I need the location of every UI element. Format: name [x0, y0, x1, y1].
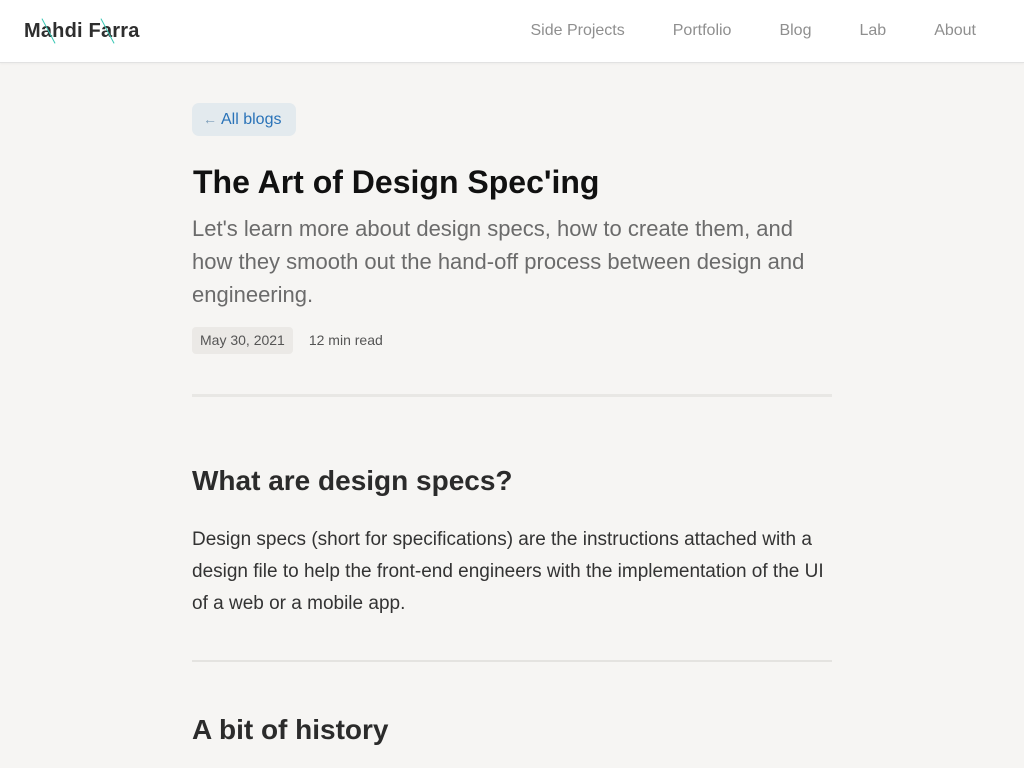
- back-arrow-icon: ←: [203, 111, 217, 127]
- nav-item-side-projects[interactable]: Side Projects: [530, 20, 624, 42]
- all-blogs-label: All blogs: [221, 111, 282, 128]
- date-badge: May 30, 2021: [192, 327, 293, 354]
- site-logo[interactable]: Mahdi Farra: [24, 18, 140, 44]
- main-nav: Side Projects Portfolio Blog Lab About: [530, 20, 976, 42]
- nav-item-portfolio[interactable]: Portfolio: [673, 20, 732, 42]
- article-subtitle: Let's learn more about design specs, how…: [192, 216, 805, 307]
- nav-item-blog[interactable]: Blog: [779, 20, 811, 42]
- article-meta: May 30, 2021 12 min read: [192, 327, 383, 354]
- section-heading: What are design specs?: [192, 465, 513, 496]
- section-paragraph: Design specs (short for specifications) …: [192, 529, 824, 614]
- read-time: 12 min read: [308, 332, 383, 348]
- nav-item-lab[interactable]: Lab: [859, 20, 886, 42]
- section-divider: [192, 660, 832, 662]
- section-heading: A bit of history: [192, 714, 389, 745]
- article-title: The Art of Design Spec'ing: [193, 164, 600, 200]
- nav-item-about[interactable]: About: [934, 20, 976, 42]
- logo-text: Mahdi Farra: [24, 20, 140, 42]
- all-blogs-button[interactable]: ← All blogs: [192, 103, 297, 136]
- site-header: Mahdi Farra Side Projects Portfolio Blog…: [0, 0, 1024, 63]
- header-divider: [192, 394, 832, 397]
